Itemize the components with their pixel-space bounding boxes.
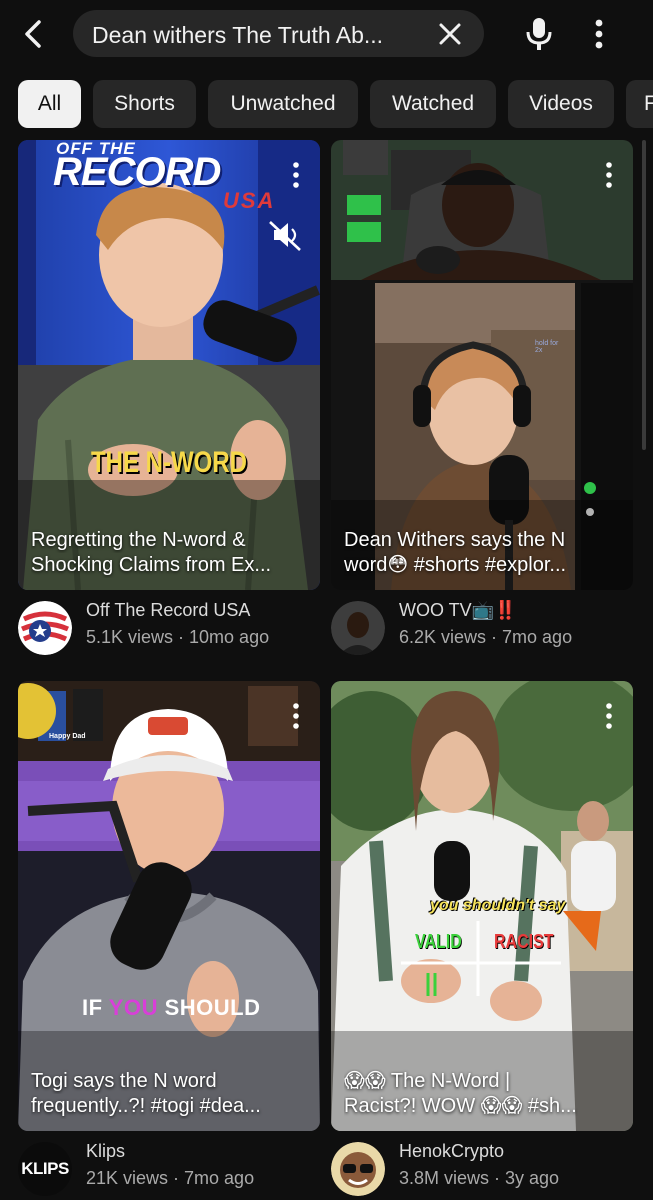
channel-name[interactable]: HenokCrypto — [399, 1141, 504, 1162]
overlay-word: SHOULD — [164, 995, 261, 1020]
video-meta: Off The Record USA 5.1K views · 10mo ago — [18, 598, 320, 658]
video-title-line: Racist?! WOW 😱😱 #sh... — [344, 1095, 577, 1117]
video-stats: 21K views · 7mo ago — [86, 1168, 255, 1188]
microphone-icon — [526, 18, 552, 50]
back-arrow-icon — [25, 20, 41, 48]
voice-search-button[interactable] — [517, 12, 561, 56]
more-vert-icon — [606, 162, 612, 188]
more-vert-icon — [293, 162, 299, 188]
overlay-valid-label: VALID — [415, 931, 462, 953]
video-stats: 6.2K views · 7mo ago — [399, 627, 573, 647]
video-title-line: frequently..?! #togi #dea... — [31, 1095, 261, 1117]
more-vert-icon — [293, 703, 299, 729]
overlay-text: IF YOU SHOULD — [82, 995, 260, 1021]
overlay-highlight-word: YOU — [108, 995, 158, 1020]
video-title-line: Shocking Claims from Ex... — [31, 554, 272, 576]
video-thumbnail[interactable]: you shouldn't say VALID RACIST 😱😱 The N-… — [331, 681, 633, 1131]
filter-chip-bar: All Shorts Unwatched Watched Videos F — [0, 80, 653, 130]
search-query-text: Dean withers The Truth Ab... — [92, 22, 384, 48]
overlay-word: IF — [82, 995, 103, 1020]
video-title-line: word😳 #shorts #explor... — [344, 554, 567, 576]
clear-search-button[interactable] — [436, 20, 464, 48]
video-menu-button[interactable] — [284, 158, 308, 192]
video-title: Dean Withers says the N word😳 #shorts #e… — [344, 528, 624, 578]
brand-sub-text: USA — [223, 188, 276, 213]
channel-logo — [331, 1142, 385, 1196]
video-meta: KLIPS Klips 21K views · 7mo ago — [18, 1139, 320, 1199]
video-menu-button[interactable] — [597, 158, 621, 192]
video-thumbnail[interactable]: Happy Dad IF YOU SHOULD Togi says the N … — [18, 681, 320, 1131]
channel-avatar[interactable] — [331, 601, 385, 655]
channel-avatar[interactable] — [18, 601, 72, 655]
channel-name[interactable]: Klips — [86, 1141, 125, 1162]
chip-videos[interactable]: Videos — [508, 80, 614, 128]
channel-avatar[interactable] — [331, 1142, 385, 1196]
video-stats: 3.8M views · 3y ago — [399, 1168, 560, 1188]
video-title: Togi says the N word frequently..?! #tog… — [31, 1069, 311, 1119]
more-vert-icon — [606, 703, 612, 729]
more-vert-icon — [595, 19, 603, 49]
video-title: 😱😱 The N-Word | Racist?! WOW 😱😱 #sh... — [344, 1069, 624, 1119]
video-title-line: 😱😱 The N-Word | — [344, 1070, 511, 1092]
back-button[interactable] — [14, 14, 54, 54]
cap-logo-text: Happy Dad — [49, 733, 86, 740]
chip-shorts[interactable]: Shorts — [93, 80, 196, 128]
chip-unwatched[interactable]: Unwatched — [208, 80, 358, 128]
channel-name[interactable]: WOO TV📺‼️ — [399, 600, 517, 621]
video-title-line: Togi says the N word — [31, 1070, 217, 1092]
video-thumbnail[interactable]: hold for 2x Dean Withers says the N word… — [331, 140, 633, 590]
more-options-button[interactable] — [583, 14, 615, 54]
search-header: Dean withers The Truth Ab... — [0, 0, 653, 68]
channel-logo — [331, 601, 385, 655]
thumbnail-image — [18, 681, 320, 1131]
close-icon — [439, 23, 461, 45]
channel-avatar[interactable]: KLIPS — [18, 1142, 72, 1196]
video-stats: 5.1K views · 10mo ago — [86, 627, 270, 647]
video-menu-button[interactable] — [597, 699, 621, 733]
video-meta: WOO TV📺‼️ 6.2K views · 7mo ago — [331, 598, 633, 658]
video-menu-button[interactable] — [284, 699, 308, 733]
chip-all[interactable]: All — [18, 80, 81, 128]
video-thumbnail[interactable]: OFF THE RECORD USA THE N-WORD Regretting… — [18, 140, 320, 590]
channel-name[interactable]: Off The Record USA — [86, 600, 250, 621]
overlay-text: THE N-WORD — [91, 446, 247, 479]
brand-main-text: RECORD — [53, 150, 221, 194]
hold-for-2x-hint: hold for 2x — [535, 340, 559, 354]
scrollbar[interactable] — [642, 140, 646, 450]
overlay-racist-label: RACIST — [494, 931, 554, 953]
overlay-subtitle: you shouldn't say — [430, 897, 566, 914]
video-meta: HenokCrypto 3.8M views · 3y ago — [331, 1139, 633, 1199]
channel-logo-text: KLIPS — [21, 1159, 69, 1178]
video-title: Regretting the N-word & Shocking Claims … — [31, 528, 311, 578]
thumbnail-image — [331, 140, 633, 590]
video-title-line: Dean Withers says the N — [344, 529, 566, 551]
video-title-line: Regretting the N-word & — [31, 529, 246, 551]
channel-logo — [18, 601, 72, 655]
search-input[interactable]: Dean withers The Truth Ab... — [73, 10, 484, 57]
chip-partial[interactable]: F — [626, 80, 653, 128]
chip-watched[interactable]: Watched — [370, 80, 496, 128]
